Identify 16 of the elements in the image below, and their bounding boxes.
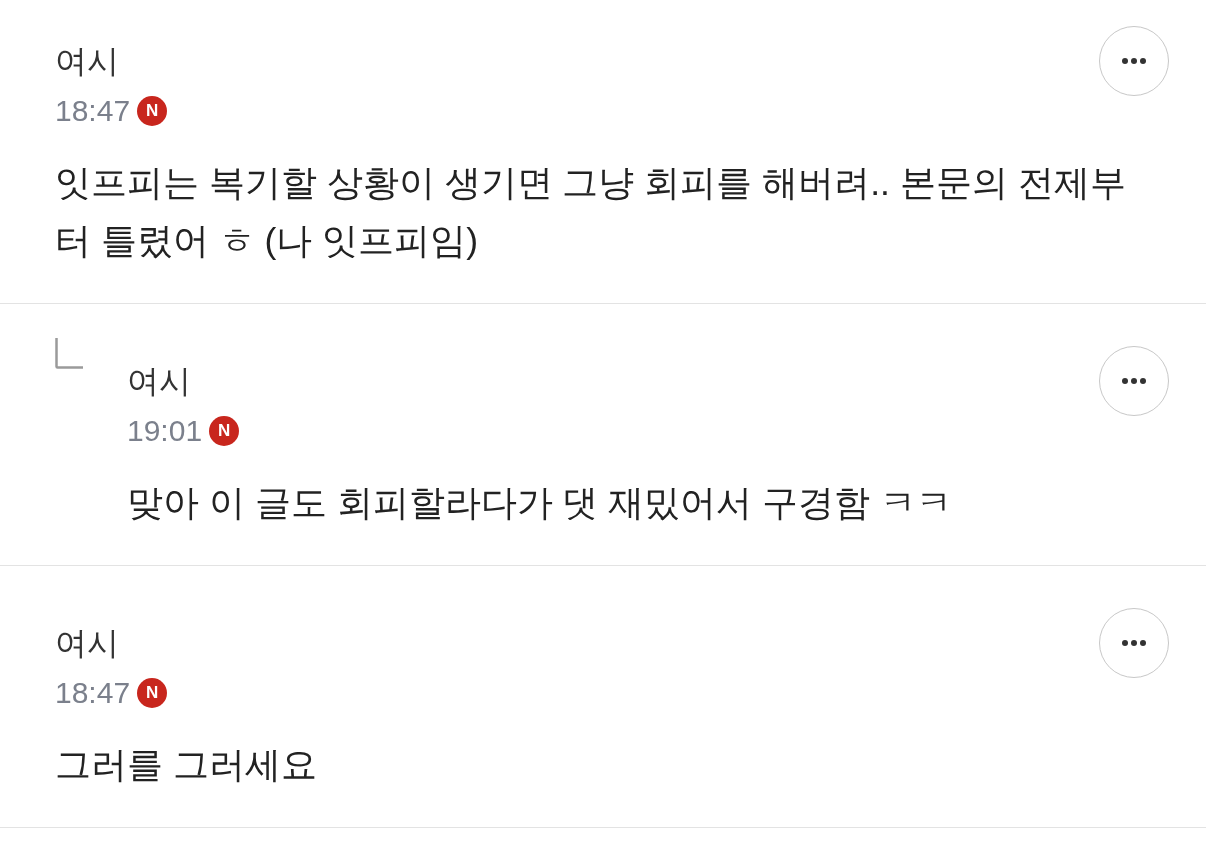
comment-text: 잇프피는 복기할 상황이 생기면 그냥 회피를 해버려.. 본문의 전제부터 틀렸어 ㅎ (나 잇프피임) (55, 162, 1127, 263)
author-name: 여시 (55, 624, 119, 663)
comment-text: 그러를 그러세요 (55, 744, 318, 787)
comment-text: 맞아 이 글도 회피할라다가 댓 재밌어서 구경함 ㅋㅋ (127, 482, 954, 525)
more-icon (1122, 58, 1146, 64)
comment-time: 19:01 (127, 413, 203, 449)
new-badge: N (209, 416, 240, 446)
more-icon (1122, 378, 1146, 384)
author-name: 여시 (55, 42, 119, 81)
more-icon (1122, 640, 1146, 646)
comment-time: 18:47 (55, 93, 131, 129)
comment-time: 18:47 (55, 675, 131, 711)
new-badge: N (137, 678, 168, 708)
new-badge: N (137, 96, 168, 126)
author-name: 여시 (127, 362, 191, 401)
reply-indent-icon (55, 338, 83, 369)
